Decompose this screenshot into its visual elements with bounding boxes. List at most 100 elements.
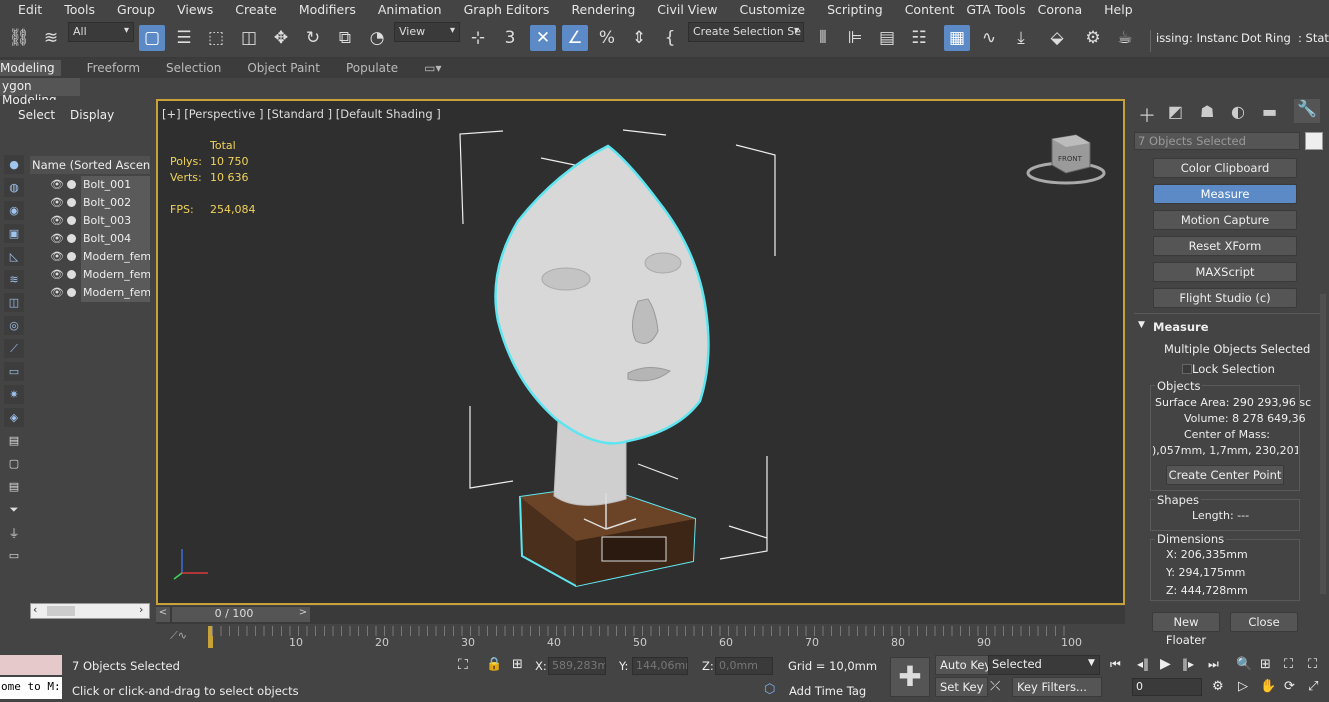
orbit-icon[interactable]: ⟳ xyxy=(1284,679,1295,694)
display-particles-icon[interactable]: ✷ xyxy=(4,385,24,404)
align-icon[interactable]: ⊫ xyxy=(842,25,868,51)
scene-render[interactable] xyxy=(158,101,1123,603)
select-object-icon[interactable]: ▢ xyxy=(139,25,165,51)
x-coord-field[interactable]: 589,283mm xyxy=(548,657,606,675)
rotate-icon[interactable]: ↻ xyxy=(300,25,326,51)
time-slider[interactable]: < 0 / 100 > xyxy=(156,606,1125,624)
explorer-option-1-icon[interactable]: ▤ xyxy=(4,431,24,450)
display-xrefs-icon[interactable]: ◎ xyxy=(4,316,24,335)
display-none-icon[interactable]: ● xyxy=(4,155,24,174)
filter-icon[interactable]: ⏷ xyxy=(4,500,24,519)
explorer-option-3-icon[interactable]: ▤ xyxy=(4,477,24,496)
rectangular-selection-icon[interactable]: ⬚ xyxy=(203,25,229,51)
display-bones-icon[interactable]: ⟋ xyxy=(4,339,24,358)
display-tab-icon[interactable]: ▬ xyxy=(1262,102,1277,121)
new-floater-button[interactable]: New Floater xyxy=(1152,612,1220,647)
play-icon[interactable]: ▶ xyxy=(1160,656,1171,672)
menu-content[interactable]: Content xyxy=(905,2,965,17)
tab-selection[interactable]: Selection xyxy=(166,61,221,75)
isolate-selection-icon[interactable]: ⛶ xyxy=(458,657,468,673)
selection-filter-dropdown[interactable]: All xyxy=(68,22,134,42)
polygon-modeling-panel[interactable]: ygon Modeling xyxy=(0,78,80,107)
track-bar[interactable]: ⟋∿ 10 20 30 40 50 60 70 80 90 100 xyxy=(156,624,1125,654)
time-config-icon[interactable]: ⚙ xyxy=(1212,679,1224,694)
list-item[interactable]: 👁 Bolt_003 xyxy=(30,212,150,230)
toolbar-right-label-3[interactable]: : Stati xyxy=(1298,31,1329,45)
window-crossing-icon[interactable]: ◫ xyxy=(236,25,262,51)
place-icon[interactable]: ◔ xyxy=(364,25,390,51)
menu-group[interactable]: Group xyxy=(117,2,165,17)
snaps-toggle-icon[interactable]: 3 xyxy=(497,25,523,51)
display-groups-icon[interactable]: ◫ xyxy=(4,293,24,312)
display-lights-icon[interactable]: ◉ xyxy=(4,201,24,220)
eye-icon[interactable]: 👁 xyxy=(50,250,64,263)
dropdown-chevron-icon[interactable]: ▼ xyxy=(1088,658,1095,668)
next-frame-arrow-icon[interactable]: > xyxy=(296,607,310,622)
key-tangent-icon[interactable]: ⤫ xyxy=(990,679,1000,694)
create-tab-icon[interactable]: ＋ xyxy=(1138,102,1156,128)
close-button[interactable]: Close xyxy=(1230,612,1298,632)
set-key-big-icon[interactable]: ✚ xyxy=(890,657,930,697)
previous-frame-icon[interactable]: ◂‖ xyxy=(1137,657,1149,671)
curve-editor-icon[interactable]: ∿ xyxy=(976,25,1002,51)
eye-icon[interactable]: 👁 xyxy=(50,178,64,191)
motion-tab-icon[interactable]: ◐ xyxy=(1231,102,1245,121)
create-selection-set-dropdown[interactable]: Create Selection Se xyxy=(688,22,804,42)
flight-studio-button[interactable]: Flight Studio (c) xyxy=(1153,288,1297,308)
scroll-left-icon[interactable]: ‹ xyxy=(33,603,37,616)
color-swatch[interactable] xyxy=(1305,132,1323,150)
motion-capture-button[interactable]: Motion Capture xyxy=(1153,210,1297,230)
spinner-snap-icon[interactable]: % xyxy=(594,25,620,51)
key-mode-dropdown[interactable]: Selected xyxy=(988,655,1100,675)
menu-views[interactable]: Views xyxy=(177,2,223,17)
tab-modeling[interactable]: Modeling xyxy=(0,60,61,76)
display-cameras-icon[interactable]: ▣ xyxy=(4,224,24,243)
layer-explorer-icon[interactable]: ☷ xyxy=(906,25,932,51)
modify-tab-icon[interactable]: ◩ xyxy=(1168,102,1183,121)
display-containers-icon[interactable]: ▭ xyxy=(4,362,24,381)
menu-animation[interactable]: Animation xyxy=(378,2,452,17)
z-coord-field[interactable]: 0,0mm xyxy=(715,657,773,675)
set-key-button[interactable]: Set Key xyxy=(935,677,989,697)
tab-object-paint[interactable]: Object Paint xyxy=(247,61,320,75)
explorer-horizontal-scrollbar[interactable]: ‹ › xyxy=(30,603,150,619)
menu-rendering[interactable]: Rendering xyxy=(571,2,645,17)
render-setup-icon[interactable]: ⚙ xyxy=(1080,25,1106,51)
freeze-dot-icon[interactable] xyxy=(67,180,76,189)
pivot-center-icon[interactable]: ⊹ xyxy=(465,25,491,51)
explorer-option-2-icon[interactable]: ▢ xyxy=(4,454,24,473)
next-frame-icon[interactable]: ‖▸ xyxy=(1182,657,1194,671)
scroll-thumb[interactable] xyxy=(47,606,75,616)
display-geometry-icon[interactable]: ◍ xyxy=(4,178,24,197)
display-spacewarps-icon[interactable]: ≋ xyxy=(4,270,24,289)
tab-freeform[interactable]: Freeform xyxy=(87,61,140,75)
command-panel-scrollbar[interactable] xyxy=(1320,294,1326,594)
key-filters-button[interactable]: Key Filters... xyxy=(1012,677,1102,697)
list-item[interactable]: 👁Modern_fema xyxy=(30,248,150,266)
maxscript-button[interactable]: MAXScript xyxy=(1153,262,1297,282)
go-to-start-icon[interactable]: ⏮ xyxy=(1110,657,1121,672)
toolbar-right-label-1[interactable]: issing: Instanc xyxy=(1156,31,1238,45)
schematic-view-icon[interactable]: ⤓ xyxy=(1008,25,1034,51)
zoom-icon[interactable]: 🔍 xyxy=(1236,657,1252,672)
edit-named-selections-icon[interactable]: ⇕ xyxy=(626,25,652,51)
menu-corona[interactable]: Corona xyxy=(1038,2,1092,17)
measure-button[interactable]: Measure xyxy=(1153,184,1297,204)
maxscript-listener-top[interactable] xyxy=(0,655,62,675)
utilities-tab-icon[interactable]: 🔧 xyxy=(1294,99,1320,123)
y-coord-field[interactable]: 144,06mm xyxy=(632,657,688,675)
current-frame-spinner[interactable]: 0 xyxy=(1132,678,1202,696)
menu-civil-view[interactable]: Civil View xyxy=(657,2,727,17)
reference-coord-dropdown[interactable]: View xyxy=(394,22,460,42)
selection-name-field[interactable]: 7 Objects Selected xyxy=(1134,132,1300,150)
tab-populate[interactable]: Populate xyxy=(346,61,398,75)
eye-icon[interactable]: 👁 xyxy=(50,268,64,281)
menu-tools[interactable]: Tools xyxy=(64,2,105,17)
add-time-tag-button[interactable]: Add Time Tag xyxy=(789,684,866,698)
scale-icon[interactable]: ⧉ xyxy=(332,25,358,51)
bind-spacewarp-icon[interactable]: ≋ xyxy=(38,25,64,51)
select-by-name-icon[interactable]: ☰ xyxy=(171,25,197,51)
link-icon[interactable]: ⛓ xyxy=(6,25,32,51)
perspective-viewport[interactable]: [+] [Perspective ] [Standard ] [Default … xyxy=(156,99,1125,605)
viewcube-front-label[interactable]: FRONT xyxy=(1058,155,1082,163)
